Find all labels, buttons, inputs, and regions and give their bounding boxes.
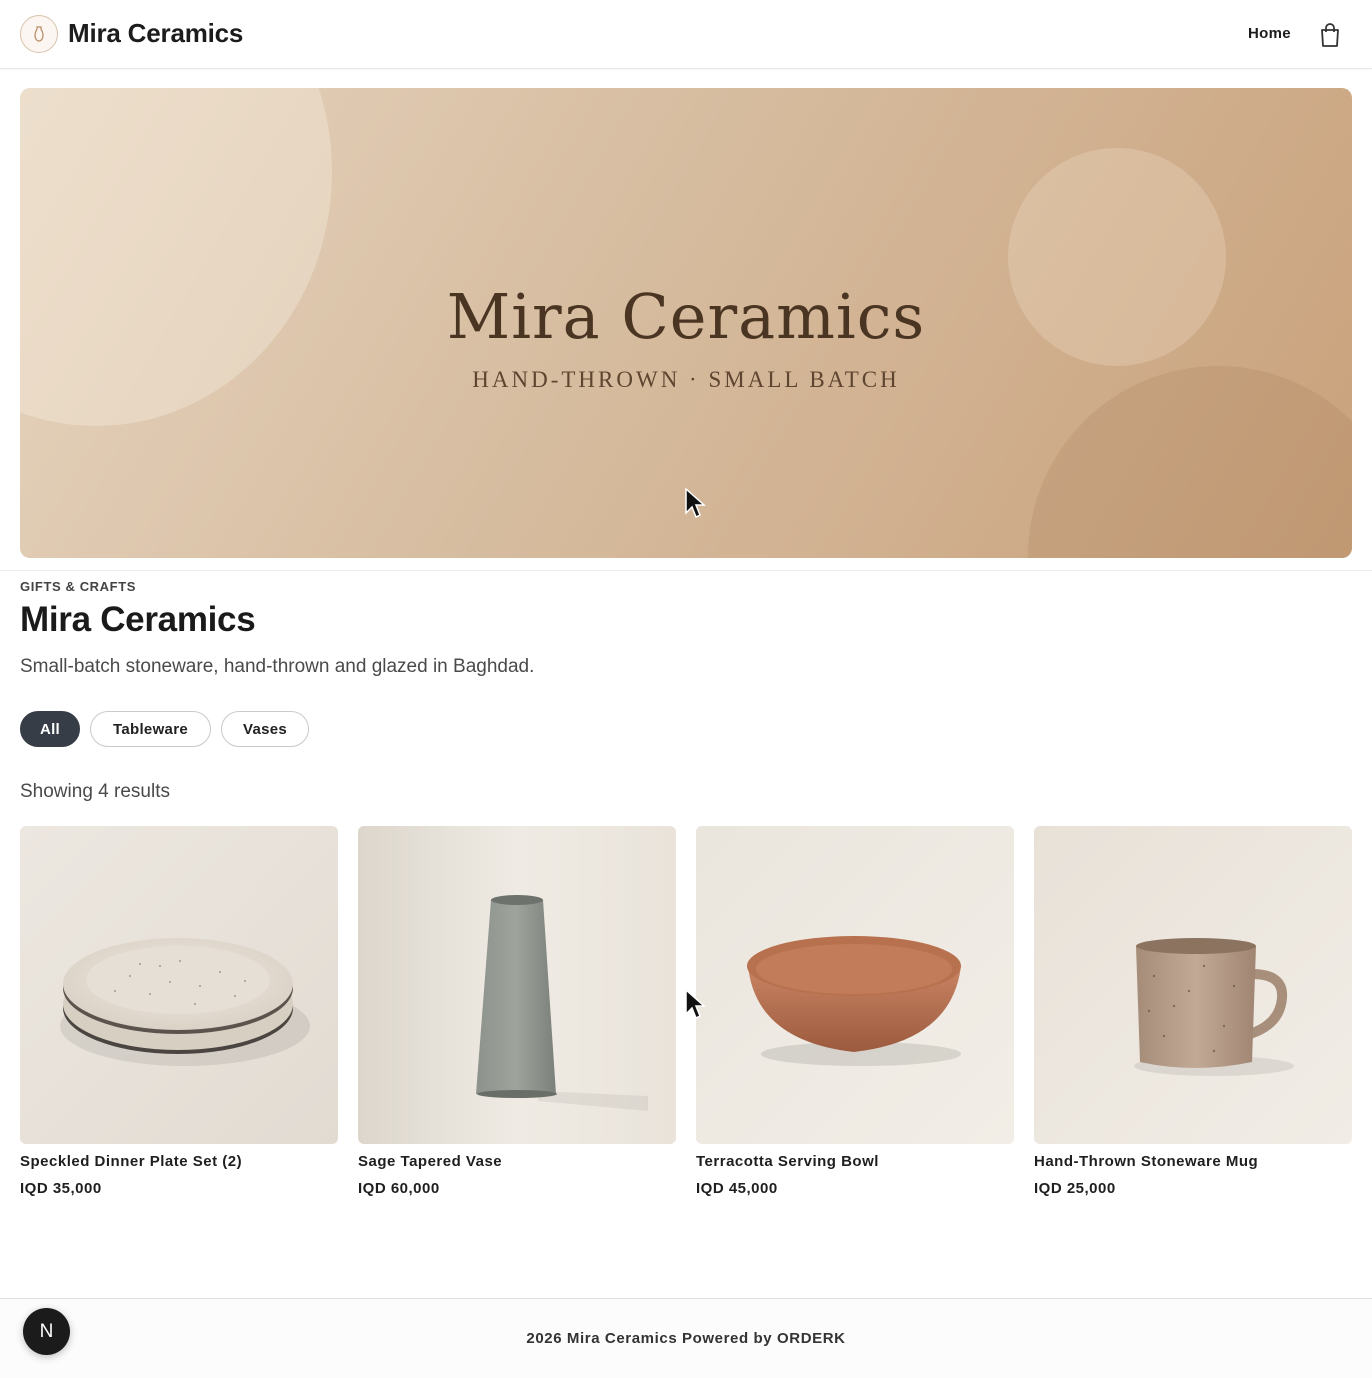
n-badge-button[interactable]: N (23, 1308, 70, 1355)
product-card[interactable]: Terracotta Serving Bowl IQD 45,000 (696, 826, 1014, 1197)
filter-all[interactable]: All (20, 711, 80, 747)
product-image-vase[interactable] (358, 826, 676, 1144)
vase-logo-icon[interactable] (20, 15, 58, 53)
filter-tableware[interactable]: Tableware (90, 711, 211, 747)
brand-name[interactable]: Mira Ceramics (68, 18, 243, 49)
product-name[interactable]: Speckled Dinner Plate Set (2) (20, 1153, 242, 1170)
product-name[interactable]: Terracotta Serving Bowl (696, 1153, 879, 1170)
footer-text: 2026 Mira Ceramics Powered by ORDERK (526, 1330, 846, 1347)
divider (0, 570, 1372, 571)
product-price: IQD 25,000 (1034, 1180, 1116, 1197)
product-card[interactable]: Hand-Thrown Stoneware Mug IQD 25,000 (1034, 826, 1352, 1197)
product-image-plates[interactable] (20, 826, 338, 1144)
product-price: IQD 60,000 (358, 1180, 440, 1197)
hero-decor-circle (1028, 366, 1352, 558)
hero-subtitle: HAND-THROWN · SMALL BATCH (472, 367, 900, 392)
hero-title: Mira Ceramics (446, 280, 926, 353)
store-category: GIFTS & CRAFTS (20, 579, 137, 594)
hero-banner: Mira Ceramics HAND-THROWN · SMALL BATCH (20, 88, 1352, 558)
filter-vases[interactable]: Vases (221, 711, 309, 747)
store-title: Mira Ceramics (20, 600, 256, 639)
product-price: IQD 35,000 (20, 1180, 102, 1197)
product-card[interactable]: Speckled Dinner Plate Set (2) IQD 35,000 (20, 826, 338, 1197)
product-card[interactable]: Sage Tapered Vase IQD 60,000 (358, 826, 676, 1197)
shopping-bag-icon[interactable] (1318, 22, 1342, 48)
product-price: IQD 45,000 (696, 1180, 778, 1197)
store-description: Small-batch stoneware, hand-thrown and g… (20, 656, 535, 677)
product-image-mug[interactable] (1034, 826, 1352, 1144)
product-name[interactable]: Sage Tapered Vase (358, 1153, 502, 1170)
results-count: Showing 4 results (20, 781, 170, 802)
nav-home-link[interactable]: Home (1248, 25, 1291, 42)
site-header: Mira Ceramics Home (0, 0, 1372, 69)
product-image-bowl[interactable] (696, 826, 1014, 1144)
product-name[interactable]: Hand-Thrown Stoneware Mug (1034, 1153, 1258, 1170)
